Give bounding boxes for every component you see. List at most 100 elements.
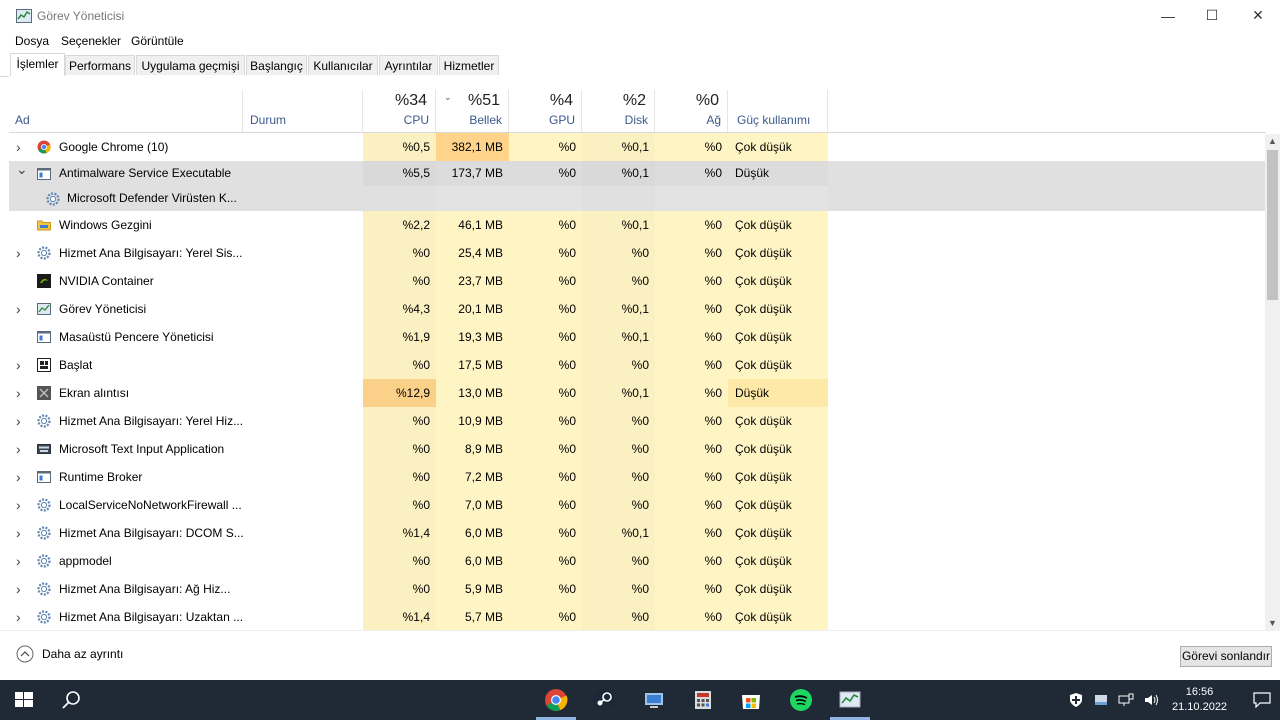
column-name[interactable]: Ad [9, 90, 243, 132]
column-memory[interactable]: ⌄ %51 Bellek [436, 90, 509, 132]
process-row[interactable]: › Runtime Broker %0 7,2 MB %0 %0 %0 Çok düşük [9, 463, 1266, 491]
process-row[interactable]: Windows Gezgini %2,2 46,1 MB %0 %0,1 %0 Çok dü… [9, 211, 1266, 239]
expand-chevron-icon[interactable]: › [16, 575, 21, 603]
column-status[interactable]: Durum [243, 90, 363, 132]
column-cpu[interactable]: %34 CPU [363, 90, 436, 132]
tab-app-history[interactable]: Uygulama geçmişi [136, 55, 245, 75]
notification-icon[interactable] [1253, 692, 1271, 708]
tab-strip: İşlemler Performans Uygulama geçmişi Baş… [0, 53, 1280, 77]
process-row[interactable]: ⌄ Antimalware Service Executable %5,5 173,7… [9, 161, 1266, 186]
cell-power: Çok düşük [728, 133, 828, 161]
taskbar-store-icon[interactable] [739, 688, 763, 712]
menu-options[interactable]: Seçenekler [61, 34, 121, 48]
expand-chevron-icon[interactable]: › [16, 379, 21, 407]
process-row[interactable]: NVIDIA Container %0 23,7 MB %0 %0 %0 Çok düşük [9, 267, 1266, 295]
expand-chevron-icon[interactable]: › [16, 407, 21, 435]
expand-chevron-icon[interactable]: › [16, 603, 21, 630]
taskbar-chrome-icon[interactable] [544, 688, 568, 712]
cell-power: Çok düşük [728, 603, 828, 630]
expand-chevron-icon[interactable]: › [16, 547, 21, 575]
cell-power: Düşük [728, 379, 828, 407]
process-row[interactable]: › Başlat %0 17,5 MB %0 %0 %0 Çok düşük [9, 351, 1266, 379]
tab-startup[interactable]: Başlangıç [246, 55, 307, 75]
cell-power: Çok düşük [728, 407, 828, 435]
process-row[interactable]: › Ekran alıntısı %12,9 13,0 MB %0 %0,1 %0 Düşük [9, 379, 1266, 407]
volume-icon[interactable] [1144, 693, 1160, 707]
minimize-button[interactable]: — [1145, 0, 1191, 31]
gear-icon [37, 414, 51, 428]
fewer-details-button[interactable]: Daha az ayrıntı [16, 645, 123, 663]
scroll-down-icon[interactable]: ▼ [1268, 618, 1277, 628]
taskbar-taskmgr-icon[interactable] [838, 688, 862, 712]
menu-file[interactable]: Dosya [15, 34, 49, 48]
expand-chevron-icon[interactable]: › [16, 239, 21, 267]
close-button[interactable]: ✕ [1235, 0, 1280, 31]
taskbar-steam-icon[interactable] [592, 688, 616, 712]
expand-chevron-icon[interactable]: › [16, 463, 21, 491]
process-row[interactable]: › Microsoft Text Input Application %0 8,9 M… [9, 435, 1266, 463]
network-icon[interactable] [1118, 693, 1134, 707]
taskbar-spotify-icon[interactable] [789, 688, 813, 712]
cell-gpu: %0 [509, 547, 582, 575]
process-child-row[interactable]: Microsoft Defender Virüsten K... [9, 186, 1266, 211]
maximize-button[interactable]: ☐ [1189, 0, 1235, 31]
column-network[interactable]: %0 Ağ [655, 90, 728, 132]
process-row[interactable]: › Hizmet Ana Bilgisayarı: Uzaktan ... %1,4… [9, 603, 1266, 630]
cell-disk: %0 [582, 547, 655, 575]
cell-disk: %0 [582, 575, 655, 603]
process-row[interactable]: › Görev Yöneticisi %4,3 20,1 MB %0 %0,1 %0 Çok … [9, 295, 1266, 323]
column-disk[interactable]: %2 Disk [582, 90, 655, 132]
taskbar-calculator-icon[interactable] [691, 688, 715, 712]
process-row[interactable]: › Hizmet Ana Bilgisayarı: Yerel Hiz... %0 1… [9, 407, 1266, 435]
collapse-chevron-icon[interactable]: ⌄ [16, 161, 28, 178]
process-row[interactable]: › appmodel %0 6,0 MB %0 %0 %0 Çok düşük [9, 547, 1266, 575]
shield-icon[interactable] [1068, 692, 1084, 708]
menu-view[interactable]: Görüntüle [131, 34, 184, 48]
cell-gpu: %0 [509, 407, 582, 435]
column-power[interactable]: Güç kullanımı [728, 90, 828, 132]
scroll-thumb[interactable] [1267, 150, 1278, 300]
process-row[interactable]: › Hizmet Ana Bilgisayarı: Yerel Sis... %0 2… [9, 239, 1266, 267]
tab-users[interactable]: Kullanıcılar [308, 55, 378, 75]
expand-chevron-icon[interactable]: › [16, 519, 21, 547]
process-name: Runtime Broker [59, 470, 143, 484]
network-total: %0 [695, 92, 719, 109]
cell-net: %0 [655, 295, 728, 323]
tab-details[interactable]: Ayrıntılar [379, 55, 438, 75]
process-row[interactable]: › Hizmet Ana Bilgisayarı: Ağ Hiz... %0 5,9 … [9, 575, 1266, 603]
expand-chevron-icon[interactable]: › [16, 491, 21, 519]
vertical-scrollbar[interactable]: ▲ ▼ [1265, 134, 1280, 630]
windows-start-icon[interactable] [12, 688, 36, 712]
tab-processes[interactable]: İşlemler [10, 53, 65, 76]
cell-power: Çok düşük [728, 547, 828, 575]
clock-time: 16:56 [1185, 686, 1214, 698]
process-row[interactable]: Masaüstü Pencere Yöneticisi %1,9 19,3 MB %0… [9, 323, 1266, 351]
storage-icon[interactable] [1094, 693, 1108, 707]
taskbar-explorer-network-icon[interactable] [642, 688, 666, 712]
expand-chevron-icon[interactable]: › [16, 295, 21, 323]
gpu-total: %4 [549, 92, 573, 109]
cell-cpu: %5,5 [363, 161, 436, 186]
expand-chevron-icon[interactable]: › [16, 351, 21, 379]
end-task-button[interactable]: Görevi sonlandır [1180, 646, 1272, 667]
cell-power: Çok düşük [728, 239, 828, 267]
expand-chevron-icon[interactable]: › [16, 435, 21, 463]
process-list: › Google Chrome (10) %0,5 382,1 MB %0 %0,1 %0 Ç… [9, 133, 1266, 630]
cell-cpu: %4,3 [363, 295, 436, 323]
tab-performance[interactable]: Performans [65, 55, 135, 75]
cell-cpu: %0 [363, 351, 436, 379]
search-icon[interactable] [60, 688, 84, 712]
process-row[interactable]: › Hizmet Ana Bilgisayarı: DCOM S... %1,4 6,… [9, 519, 1266, 547]
cell-disk: %0 [582, 491, 655, 519]
scroll-up-icon[interactable]: ▲ [1268, 136, 1277, 146]
column-cpu-label: CPU [403, 113, 429, 127]
expand-chevron-icon[interactable]: › [16, 133, 21, 161]
clock[interactable]: 16:56 21.10.2022 [1172, 685, 1227, 715]
memory-total: %51 [467, 92, 500, 109]
column-gpu[interactable]: %4 GPU [509, 90, 582, 132]
process-row[interactable]: › LocalServiceNoNetworkFirewall ... %0 7,0 … [9, 491, 1266, 519]
process-name: Windows Gezgini [59, 218, 152, 232]
cell-gpu: %0 [509, 161, 582, 186]
tab-services[interactable]: Hizmetler [439, 55, 499, 75]
process-row[interactable]: › Google Chrome (10) %0,5 382,1 MB %0 %0,1 %0 Ç… [9, 133, 1266, 161]
